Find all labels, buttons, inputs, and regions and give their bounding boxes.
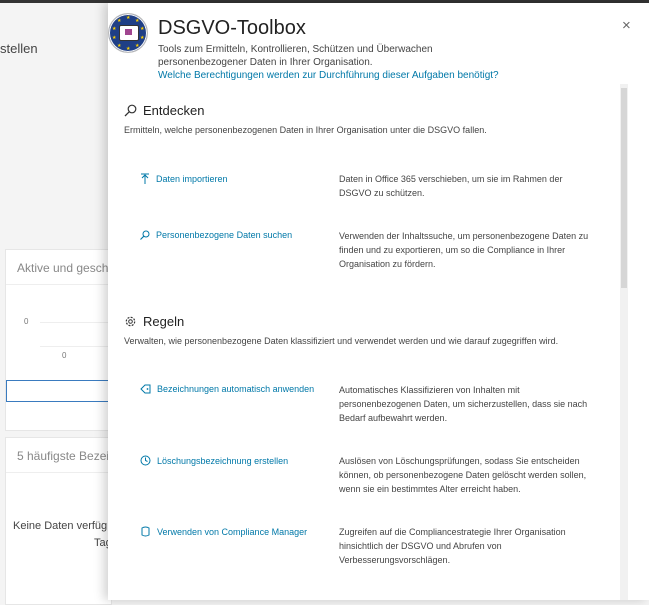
star-icon: ★ bbox=[126, 15, 131, 21]
upload-arrow-icon bbox=[141, 173, 149, 184]
section-heading-discover: Entdecken bbox=[124, 103, 204, 118]
action-create-deletion-label[interactable]: Löschungsbezeichnung erstellen bbox=[140, 455, 288, 466]
star-icon: ★ bbox=[112, 35, 117, 41]
action-label: Verwenden von Compliance Manager bbox=[157, 526, 308, 537]
star-icon: ★ bbox=[135, 43, 140, 49]
action-import-data[interactable]: Daten importieren bbox=[140, 173, 228, 184]
tag-icon bbox=[140, 384, 151, 394]
star-icon: ★ bbox=[126, 46, 131, 52]
section-heading-label: Entdecken bbox=[143, 103, 205, 118]
star-icon: ★ bbox=[117, 18, 122, 24]
card-title: Aktive und geschl bbox=[17, 261, 112, 275]
clock-icon bbox=[140, 455, 151, 466]
scrollbar-thumb[interactable] bbox=[621, 88, 627, 288]
star-icon: ★ bbox=[140, 35, 145, 41]
chart-gridline bbox=[40, 322, 110, 323]
card-divider bbox=[6, 284, 111, 285]
card-title: 5 häufigste Bezei bbox=[17, 449, 110, 463]
panel-title: DSGVO-Toolbox bbox=[158, 17, 306, 39]
card-top-labels: 5 häufigste Bezei Keine Daten verfüg Tag bbox=[5, 437, 112, 605]
page-title-fragment: stellen bbox=[0, 41, 38, 56]
card-divider bbox=[6, 472, 111, 473]
action-label: Bezeichnungen automatisch anwenden bbox=[157, 384, 315, 394]
permissions-link[interactable]: Welche Berechtigungen werden zur Durchfü… bbox=[158, 70, 499, 81]
star-icon: ★ bbox=[112, 26, 117, 32]
action-description: Verwenden der Inhaltssuche, um personenb… bbox=[339, 231, 589, 269]
close-icon[interactable]: × bbox=[622, 17, 631, 34]
search-icon bbox=[124, 104, 137, 117]
section-description: Verwalten, wie personenbezogene Daten kl… bbox=[124, 336, 559, 346]
panel-subtitle: Tools zum Ermitteln, Kontrollieren, Schü… bbox=[158, 44, 433, 68]
y-axis-label: 0 bbox=[24, 317, 29, 326]
card-active-closed: Aktive und geschl 0 0 bbox=[5, 249, 112, 431]
compliance-icon bbox=[141, 526, 150, 537]
gear-icon bbox=[125, 316, 136, 327]
action-compliance-manager[interactable]: Verwenden von Compliance Manager bbox=[140, 526, 307, 537]
action-description: Auslösen von Löschungsprüfungen, sodass … bbox=[339, 456, 587, 494]
section-description: Ermitteln, welche personenbezogenen Date… bbox=[124, 125, 487, 135]
lock-icon bbox=[125, 29, 132, 35]
gdpr-toolbox-panel: ★ ★ ★ ★ ★ ★ ★ ★ ★ ★ DSGVO-Toolbox Tools … bbox=[108, 3, 649, 600]
x-axis-label: 0 bbox=[62, 351, 67, 360]
card-input[interactable] bbox=[6, 380, 109, 402]
action-description: Zugreifen auf die Compliancestrategie Ih… bbox=[339, 527, 566, 565]
action-description: Daten in Office 365 verschieben, um sie … bbox=[339, 174, 563, 198]
action-label: Löschungsbezeichnung erstellen bbox=[157, 455, 289, 466]
action-search-personal-data[interactable]: Personenbezogene Daten suchen bbox=[140, 230, 292, 240]
star-icon: ★ bbox=[117, 43, 122, 49]
gdpr-logo-icon: ★ ★ ★ ★ ★ ★ ★ ★ ★ ★ bbox=[108, 13, 148, 53]
action-description: Automatisches Klassifizieren von Inhalte… bbox=[339, 385, 588, 423]
no-data-text: Keine Daten verfüg bbox=[13, 520, 108, 532]
scrollbar[interactable] bbox=[620, 84, 628, 600]
chart-baseline bbox=[40, 346, 110, 347]
section-heading-label: Regeln bbox=[143, 314, 185, 329]
star-icon: ★ bbox=[135, 18, 140, 24]
section-heading-govern: Regeln bbox=[124, 314, 184, 329]
search-icon bbox=[140, 230, 150, 240]
action-label: Personenbezogene Daten suchen bbox=[156, 230, 293, 240]
star-icon: ★ bbox=[140, 26, 145, 32]
action-auto-apply-labels[interactable]: Bezeichnungen automatisch anwenden bbox=[140, 384, 314, 394]
action-label: Daten importieren bbox=[156, 173, 228, 184]
